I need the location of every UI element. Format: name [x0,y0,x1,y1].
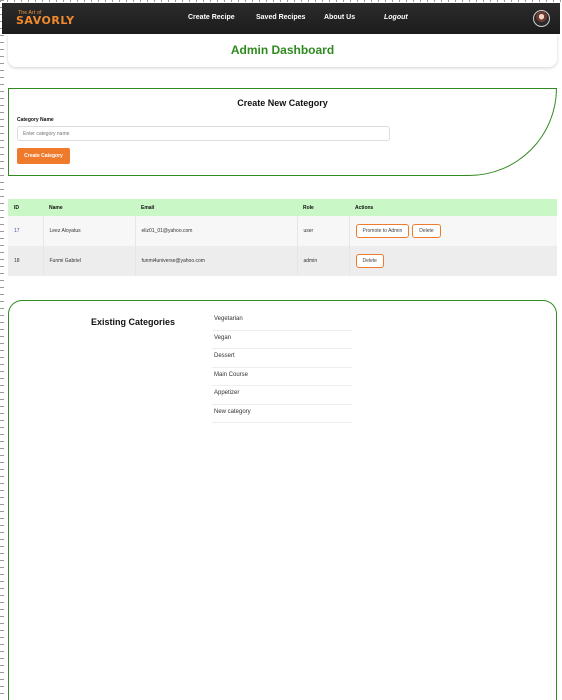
user-id: 18 [8,246,44,276]
create-category-title: Create New Category [237,98,328,108]
col-id: ID [8,199,43,216]
user-actions: Promote to Admin Delete [349,216,557,246]
list-item: Vegan [212,331,352,349]
brand-name: SAVORLY [16,14,75,27]
col-email: Email [135,199,297,216]
page-title: Admin Dashboard [230,43,335,57]
existing-categories-title: Existing Categories [91,317,176,327]
promote-to-admin-button[interactable]: Promote to Admin [355,224,410,238]
user-id: 17 [8,216,44,246]
user-role: user [297,216,350,246]
categories-list: Vegetarian Vegan Dessert Main Course App… [212,312,352,423]
table-row: 17 Leez Aloyatus eliz01_01@yahoo.com use… [8,216,557,246]
brand-logo[interactable]: The Art of SAVORLY [16,10,74,28]
list-item: Dessert [212,349,352,368]
ruler-top [0,0,562,2]
users-table: ID Name Email Role Actions 17 Leez Aloya… [8,199,557,276]
col-role: Role [297,199,349,216]
delete-user-button[interactable]: Delete [355,254,384,268]
user-email: funmi4universe@yahoo.com [135,246,298,276]
user-name: Funmi Gabriel [43,246,136,276]
navbar: The Art of SAVORLY Create Recipe Saved R… [2,3,560,34]
user-name: Leez Aloyatus [43,216,136,246]
user-avatar-icon[interactable] [533,10,550,27]
category-name-input[interactable] [17,126,390,141]
table-header-row: ID Name Email Role Actions [8,199,557,216]
nav-logout[interactable]: Logout [384,14,408,21]
nav-about-us[interactable]: About Us [324,14,355,21]
create-category-button[interactable]: Create Category [17,148,70,164]
col-name: Name [43,199,135,216]
create-category-card: Create New Category Category Name Create… [8,88,557,176]
col-actions: Actions [349,199,557,216]
dashboard-header: Admin Dashboard [8,34,557,67]
ruler-left [0,0,4,700]
table-row: 18 Funmi Gabriel funmi4universe@yahoo.co… [8,246,557,276]
delete-user-button[interactable]: Delete [412,224,441,238]
user-email: eliz01_01@yahoo.com [135,216,298,246]
nav-saved-recipes[interactable]: Saved Recipes [256,14,305,21]
existing-categories-card: Existing Categories Vegetarian Vegan Des… [8,300,557,700]
list-item: Main Course [212,368,352,386]
list-item: Vegetarian [212,312,352,331]
list-item: Appetizer [212,386,352,405]
user-role: admin [297,246,350,276]
category-name-label: Category Name [17,117,54,123]
list-item: New category [212,405,352,423]
user-actions: Delete [349,246,557,276]
nav-create-recipe[interactable]: Create Recipe [188,14,235,21]
